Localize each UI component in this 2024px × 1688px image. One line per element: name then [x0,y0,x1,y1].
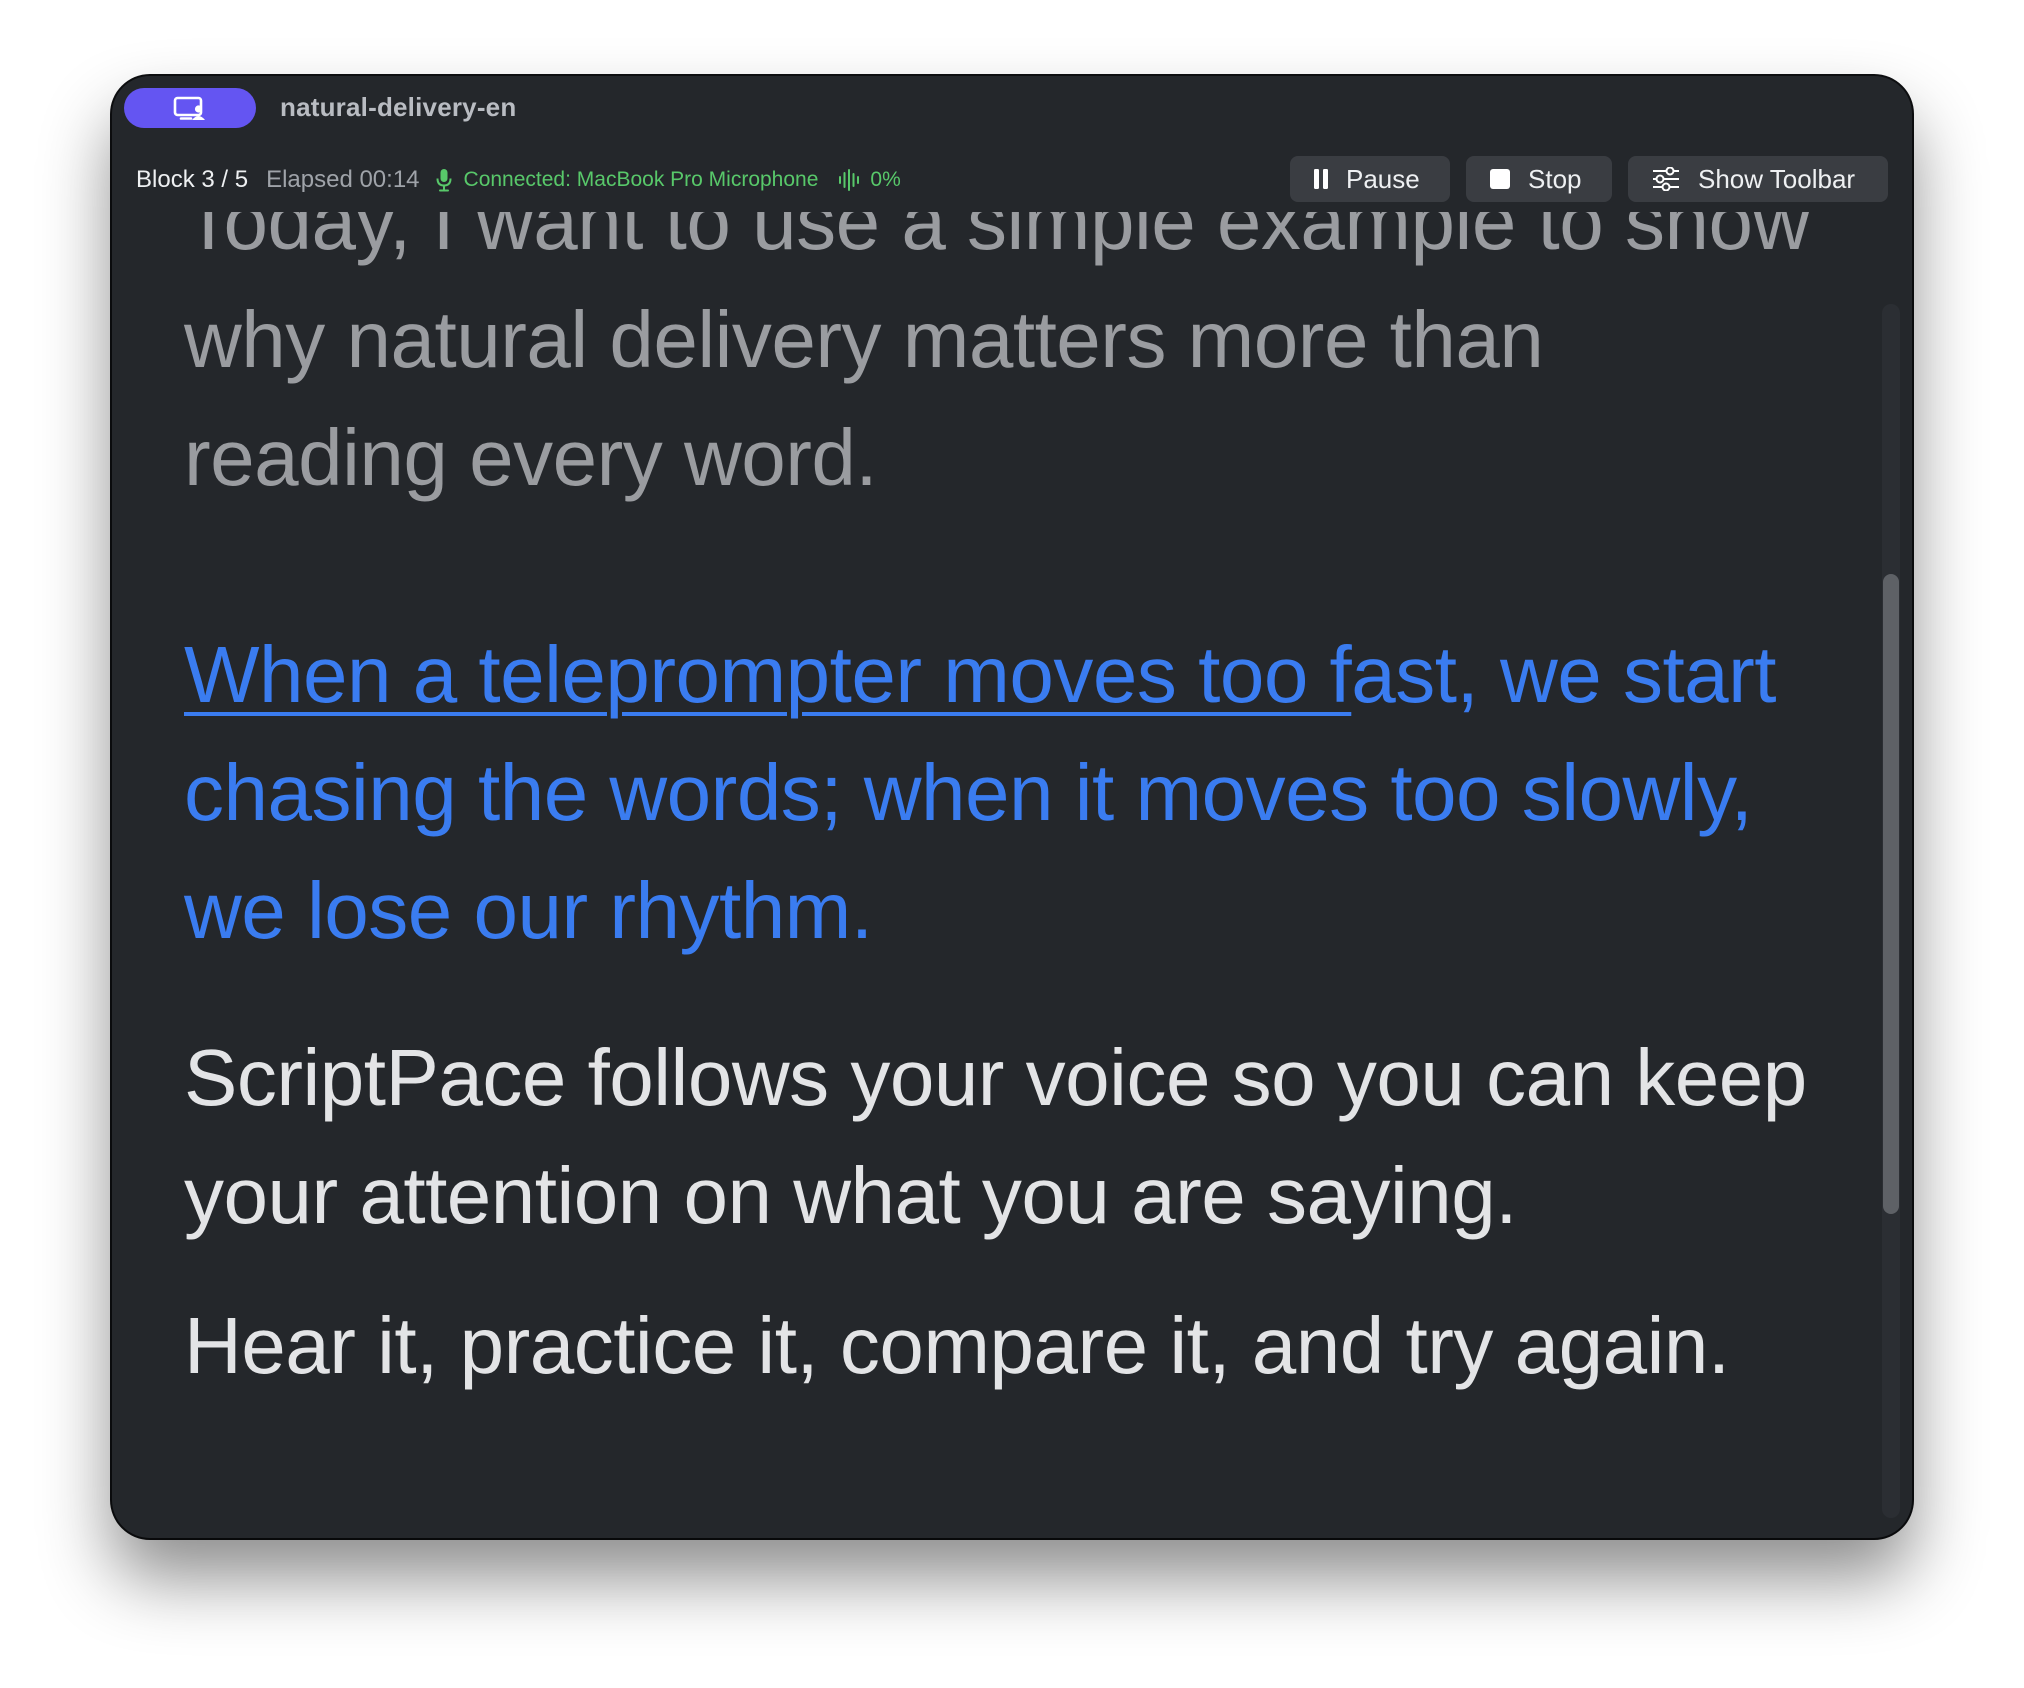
script-paragraph-next: Hear it, practice it, compare it, and tr… [184,1301,1730,1390]
session-status: Block 3 / 5 Elapsed 00:14 Connected: Mac… [136,166,901,194]
sliders-icon [1652,167,1680,191]
elapsed-timer: Elapsed 00:14 [266,166,420,193]
title-bar: natural-delivery-en [112,76,1912,146]
pause-button[interactable]: Pause [1290,156,1450,202]
show-toolbar-button-label: Show Toolbar [1698,163,1856,194]
microphone-connection-status: Connected: MacBook Pro Microphone [463,168,819,191]
pause-icon [1314,169,1328,189]
stop-button-label: Stop [1528,163,1582,194]
stop-icon [1490,169,1510,189]
audio-waveform-icon [838,169,860,191]
scrollbar[interactable] [1882,304,1900,1518]
script-paragraph-current: When a teleprompter moves too fast, we s… [184,616,1824,970]
spoken-progress: When a teleprompter moves too f [184,630,1352,719]
playback-controls: Pause Stop Show Toolbar [1290,156,1888,202]
document-title: natural-delivery-en [280,92,517,122]
scrollbar-thumb[interactable] [1883,574,1899,1214]
input-level: 0% [870,168,901,191]
stop-button[interactable]: Stop [1466,156,1612,202]
pause-button-label: Pause [1346,163,1420,194]
microphone-icon [436,168,452,192]
show-toolbar-button[interactable]: Show Toolbar [1628,156,1888,202]
script-paragraph-next: ScriptPace follows your voice so you can… [184,1033,1807,1240]
script-viewport[interactable]: Today, I want to use a simple example to… [112,212,1912,1538]
prompter-window: natural-delivery-en Block 3 / 5 Elapsed … [112,76,1912,1538]
teleprompter-display-icon [173,96,205,120]
app-mode-button[interactable] [124,88,256,128]
status-bar: Block 3 / 5 Elapsed 00:14 Connected: Mac… [112,156,1912,212]
block-counter: Block 3 / 5 [136,166,249,193]
script-paragraph-past: Today, I want to use a simple example to… [184,212,1810,502]
